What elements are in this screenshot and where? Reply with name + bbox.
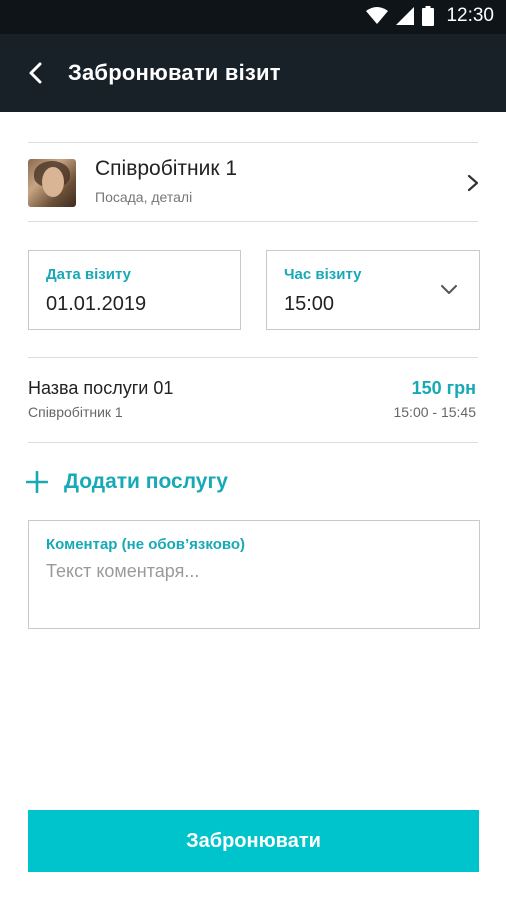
page-title: Забронювати візит bbox=[68, 60, 281, 85]
date-field[interactable]: Дата візиту 01.01.2019 bbox=[28, 250, 241, 330]
employee-name: Співробітник 1 bbox=[95, 157, 238, 180]
comment-input[interactable] bbox=[46, 561, 456, 616]
date-field-label: Дата візиту bbox=[46, 266, 132, 283]
avatar-face bbox=[42, 167, 64, 197]
employee-subtitle: Посада, деталі bbox=[95, 189, 193, 205]
employee-row[interactable]: Співробітник 1 Посада, деталі bbox=[0, 143, 506, 221]
cellular-signal-icon bbox=[396, 7, 415, 25]
service-price: 150 грн bbox=[411, 378, 476, 398]
chevron-right-icon bbox=[467, 174, 479, 192]
add-service-button[interactable]: Додати послугу bbox=[26, 466, 228, 498]
service-item[interactable]: Назва послуги 01 Співробітник 1 150 грн … bbox=[0, 358, 506, 442]
service-time-range: 15:00 - 15:45 bbox=[393, 404, 476, 420]
wifi-icon bbox=[366, 7, 389, 24]
comment-label: Коментар (не обов’язково) bbox=[46, 536, 246, 553]
time-field[interactable]: Час візиту 15:00 bbox=[266, 250, 480, 330]
time-field-label: Час візиту bbox=[284, 266, 362, 283]
time-field-value: 15:00 bbox=[284, 293, 335, 315]
back-arrow-icon[interactable] bbox=[22, 59, 50, 87]
book-button[interactable]: Забронювати bbox=[28, 810, 479, 872]
divider bbox=[28, 221, 478, 222]
divider bbox=[28, 442, 478, 443]
avatar bbox=[28, 159, 76, 207]
chevron-down-icon bbox=[441, 285, 457, 294]
battery-icon bbox=[422, 6, 435, 26]
plus-icon bbox=[26, 471, 48, 493]
service-employee: Співробітник 1 bbox=[28, 404, 123, 420]
status-icons: 12:30 bbox=[366, 5, 494, 27]
status-time: 12:30 bbox=[446, 5, 494, 26]
status-bar: 12:30 bbox=[0, 0, 506, 34]
comment-field[interactable]: Коментар (не обов’язково) bbox=[28, 520, 480, 629]
app-bar: Забронювати візит bbox=[0, 34, 506, 112]
date-field-value: 01.01.2019 bbox=[46, 293, 147, 315]
add-service-label: Додати послугу bbox=[64, 470, 228, 493]
service-name: Назва послуги 01 bbox=[28, 378, 174, 398]
